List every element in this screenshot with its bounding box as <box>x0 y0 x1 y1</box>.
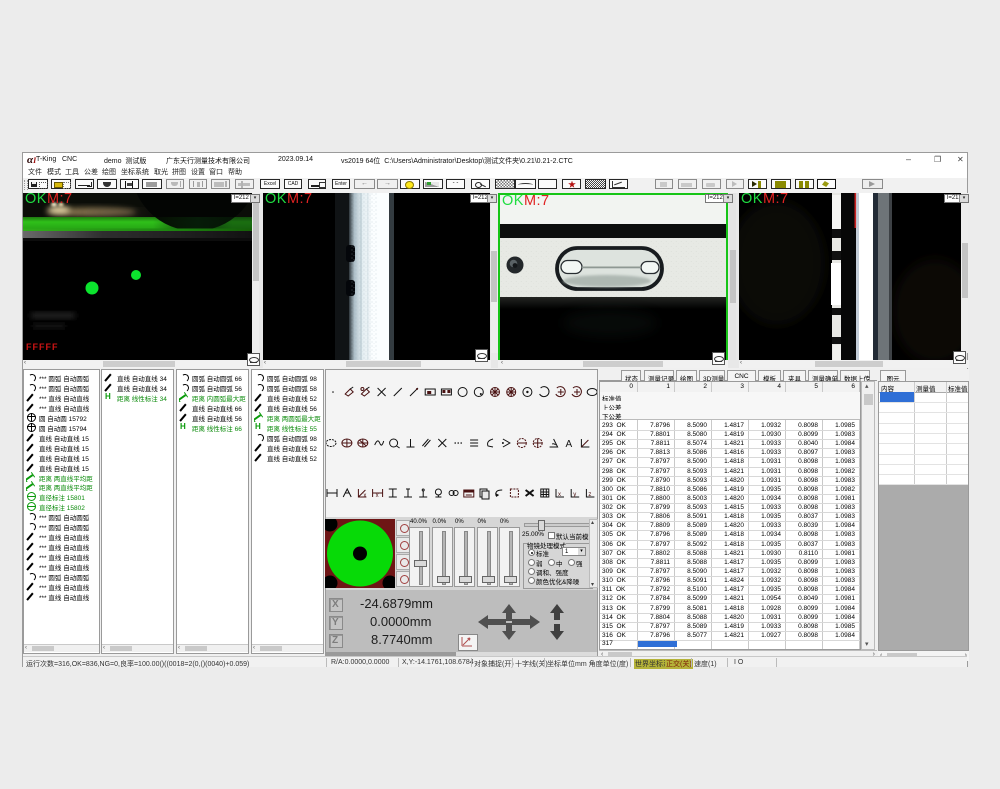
svg-text:y: y <box>573 492 576 498</box>
svg-text:x: x <box>558 492 561 498</box>
svg-text:z: z <box>588 492 591 498</box>
svg-text:x: x <box>376 493 379 499</box>
svg-text:x: x <box>363 493 366 499</box>
svg-text:A: A <box>566 439 573 450</box>
svg-text:FFFFF: FFFFF <box>26 342 59 352</box>
